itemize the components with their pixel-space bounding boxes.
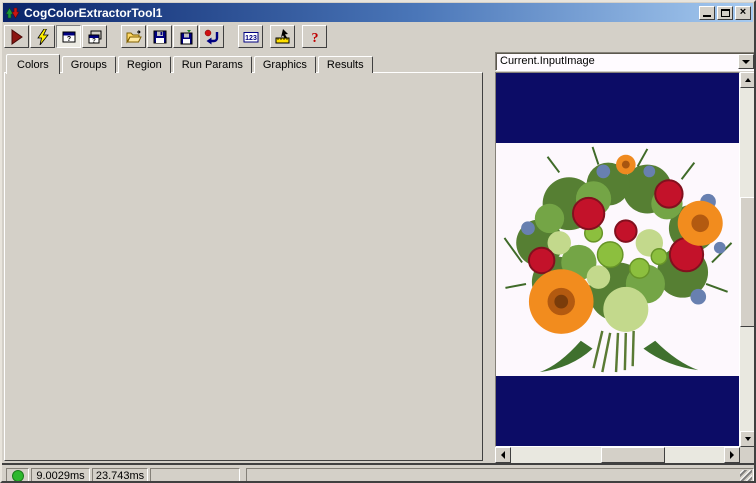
- scroll-left-button[interactable]: [495, 447, 511, 463]
- scroll-up-button[interactable]: [740, 72, 756, 88]
- input-image-display: [495, 72, 740, 447]
- arrow-down-icon: [745, 437, 751, 441]
- arrow-right-icon: [730, 451, 734, 459]
- vertical-scrollbar[interactable]: [740, 72, 756, 447]
- electric-run-icon: [35, 29, 51, 45]
- main-toolbar: ? ?: [4, 24, 328, 49]
- float-windows-button[interactable]: ?: [82, 25, 107, 48]
- arrow-left-icon: [501, 451, 505, 459]
- status-bar: 9.0029ms 23.743ms: [3, 466, 753, 483]
- pixel-ruler-icon: [275, 29, 291, 45]
- status-panel-empty-2: [246, 468, 754, 482]
- open-file-icon: [126, 29, 142, 45]
- chevron-down-icon: [742, 60, 750, 64]
- window-title: CogColorExtractorTool1: [24, 6, 697, 20]
- run-button[interactable]: [4, 25, 29, 48]
- open-button[interactable]: [121, 25, 146, 48]
- svg-text:?: ?: [311, 31, 318, 45]
- resize-grip[interactable]: [740, 470, 752, 482]
- tab-label: Graphics: [263, 59, 307, 71]
- scrollbar-corner: [740, 447, 756, 463]
- svg-text:?: ?: [92, 38, 96, 44]
- run-status-dot-icon: [12, 470, 24, 482]
- input-image-combo[interactable]: Current.InputImage: [495, 52, 756, 71]
- status-panel-empty-1: [150, 468, 240, 482]
- tab-label: Run Params: [182, 59, 243, 71]
- help-icon: ?: [307, 29, 323, 45]
- close-button[interactable]: ×: [735, 6, 751, 20]
- run-indicator-panel: [6, 468, 29, 482]
- run-icon: [9, 29, 25, 45]
- horizontal-scroll-thumb[interactable]: [601, 447, 665, 463]
- process-time-panel: 9.0029ms: [31, 468, 90, 482]
- tab-label: Results: [327, 59, 364, 71]
- maximize-icon: [721, 9, 730, 17]
- tool-icon: [5, 6, 20, 20]
- tab-label: Colors: [17, 59, 49, 71]
- numeric-display-icon: 123: [243, 29, 259, 45]
- minimize-icon: [703, 15, 711, 17]
- save-as-icon: [178, 29, 194, 45]
- scroll-right-button[interactable]: [724, 447, 740, 463]
- total-time-panel: 23.743ms: [92, 468, 148, 482]
- tab-graphics[interactable]: Graphics: [254, 56, 316, 73]
- scroll-down-button[interactable]: [740, 431, 756, 447]
- save-icon: [152, 29, 168, 45]
- horizontal-scrollbar[interactable]: [495, 447, 740, 463]
- total-time: 23.743ms: [96, 470, 144, 482]
- pixel-ruler-button[interactable]: [270, 25, 295, 48]
- close-icon: ×: [740, 7, 746, 18]
- cog-color-extractor-window: CogColorExtractorTool1 × ? ?: [0, 0, 756, 483]
- tab-run-params[interactable]: Run Params: [173, 56, 252, 73]
- tab-colors[interactable]: Colors: [6, 54, 60, 74]
- save-button[interactable]: [147, 25, 172, 48]
- numeric-display-button[interactable]: 123: [238, 25, 263, 48]
- input-image-bouquet: [500, 145, 736, 375]
- statusbar-divider: [2, 463, 756, 465]
- input-image-value[interactable]: Current.InputImage: [496, 53, 737, 70]
- tab-strip: Colors Groups Region Run Params Graphics…: [6, 53, 375, 73]
- float-windows-icon: ?: [87, 29, 103, 45]
- colors-tab-page: [4, 72, 483, 461]
- show-display-button[interactable]: ?: [56, 25, 81, 48]
- reset-button[interactable]: [199, 25, 224, 48]
- display-window-icon: ?: [61, 29, 77, 45]
- minimize-button[interactable]: [699, 6, 715, 20]
- vertical-scroll-thumb[interactable]: [740, 197, 756, 327]
- horizontal-scroll-track[interactable]: [511, 447, 724, 463]
- svg-text:123: 123: [245, 35, 257, 42]
- svg-text:?: ?: [66, 36, 70, 43]
- process-time: 9.0029ms: [36, 470, 84, 482]
- electric-run-button[interactable]: [30, 25, 55, 48]
- tab-groups[interactable]: Groups: [62, 56, 116, 73]
- help-button[interactable]: ?: [302, 25, 327, 48]
- maximize-button[interactable]: [717, 6, 733, 20]
- tab-region[interactable]: Region: [118, 56, 171, 73]
- arrow-up-icon: [745, 78, 751, 82]
- input-image-dropdown-button[interactable]: [738, 54, 754, 69]
- tab-results[interactable]: Results: [318, 56, 373, 73]
- tab-label: Region: [127, 59, 162, 71]
- reset-icon: [204, 29, 220, 45]
- save-as-button[interactable]: [173, 25, 198, 48]
- tab-label: Groups: [71, 59, 107, 71]
- titlebar[interactable]: CogColorExtractorTool1 ×: [3, 3, 753, 22]
